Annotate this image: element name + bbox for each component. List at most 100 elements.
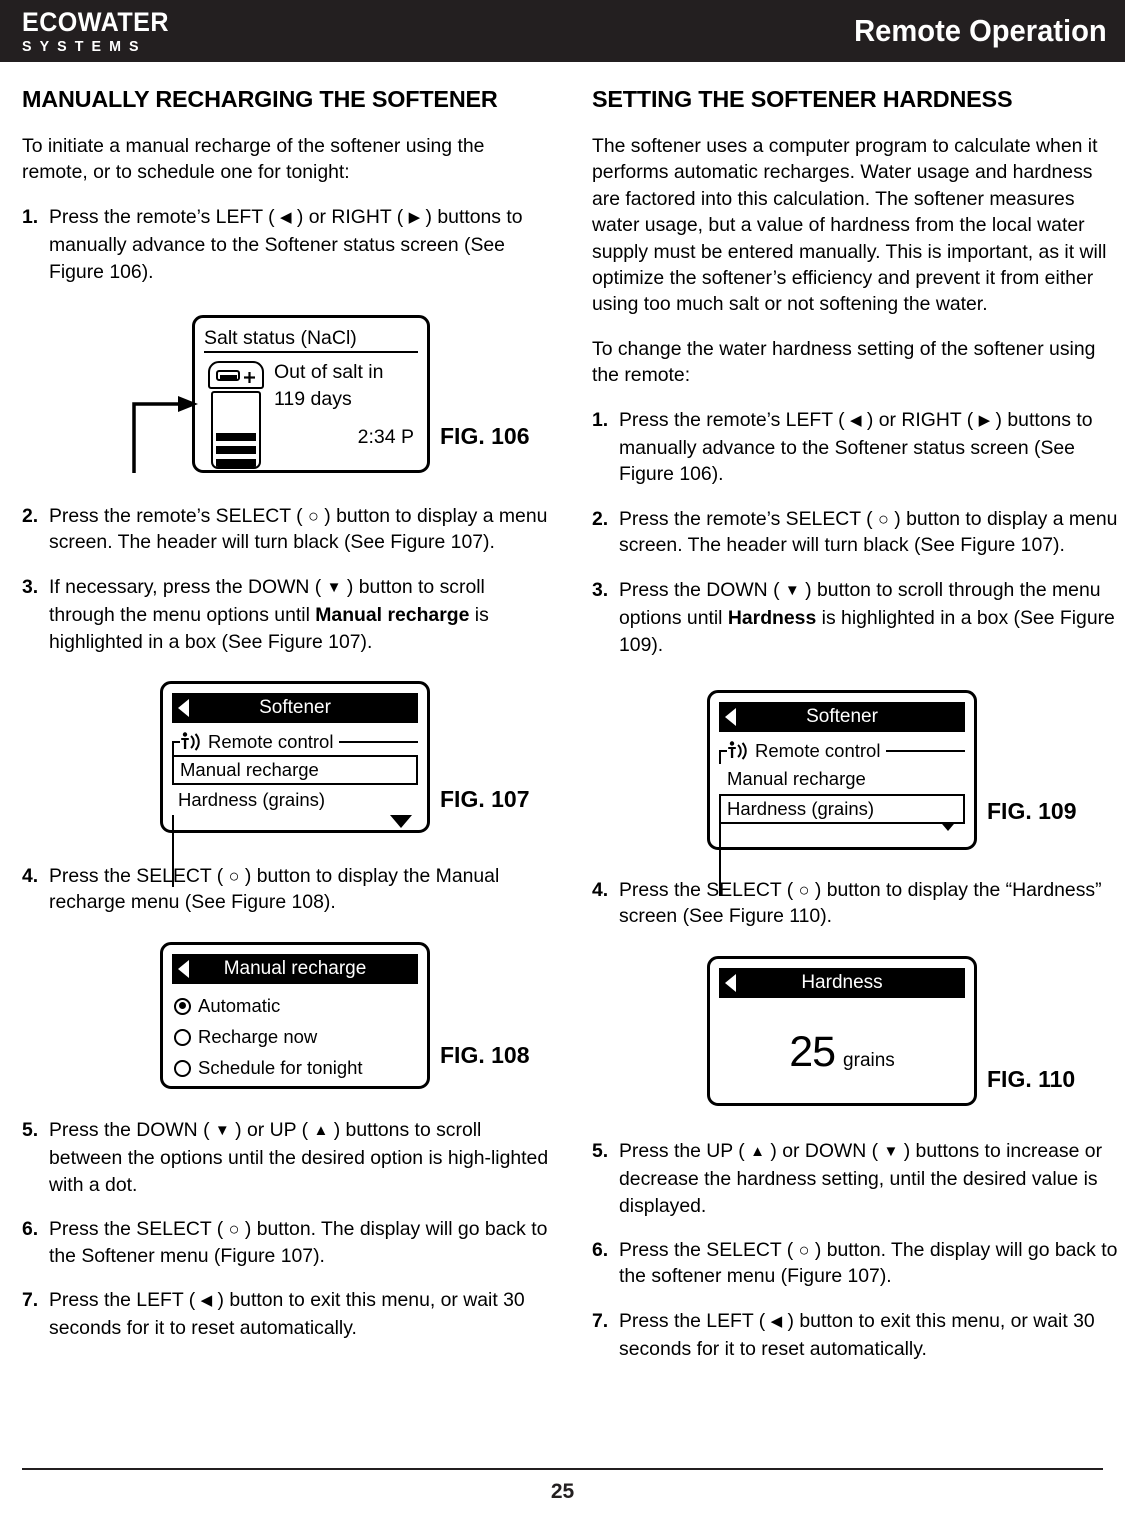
fig109-screen: Softener Remote control Manual recharge … xyxy=(707,689,977,896)
step-item: 4. Press the SELECT ( ○ ) button to displ… xyxy=(22,863,552,916)
step-text-part: Press the remote’s LEFT ( xyxy=(49,205,280,228)
page-header: ECOWATER SYSTEMS Remote Operation xyxy=(0,0,1125,62)
step-number: 1. xyxy=(22,205,39,228)
fig108-option-recharge-now[interactable]: Recharge now xyxy=(172,1022,418,1053)
fig109-group-legend: Remote control xyxy=(719,738,965,764)
down-triangle-icon: ▼ xyxy=(326,578,342,596)
fig109-title-text: Softener xyxy=(806,705,878,727)
step-bold-term: Hardness xyxy=(727,607,817,630)
salt-level-bar xyxy=(216,446,256,455)
step-number: 1. xyxy=(592,408,609,431)
step-number: 5. xyxy=(22,1118,39,1141)
step-item: 3. Press the DOWN ( ▼ ) button to scroll … xyxy=(592,577,1122,658)
step-item: 5. Press the DOWN ( ▼ ) or UP ( ▲ ) butto… xyxy=(22,1117,552,1198)
fig107-remote-control-group: Remote control Manual recharge Hardness … xyxy=(172,729,418,888)
ecowater-logo: ECOWATER SYSTEMS xyxy=(22,8,180,55)
fig108-title-text: Manual recharge xyxy=(223,957,367,979)
figure-107: Softener Remote control Manual recharge … xyxy=(22,673,552,888)
step-number: 6. xyxy=(22,1218,39,1241)
step-item: 2. Press the remote’s SELECT ( ○ ) button… xyxy=(22,503,552,556)
fig109-menu-item-hardness[interactable]: Hardness (grains) xyxy=(719,793,965,824)
logo-secondary-text: SYSTEMS xyxy=(22,37,147,55)
left-section-title: MANUALLY RECHARGING THE SOFTENER xyxy=(22,86,498,112)
down-triangle-icon: ▼ xyxy=(784,581,800,599)
left-triangle-icon: ◀ xyxy=(200,1291,213,1309)
back-triangle-icon xyxy=(178,699,189,718)
step-item: 3. If necessary, press the DOWN ( ▼ ) but… xyxy=(22,574,552,655)
step-text-part: ) or DOWN ( xyxy=(764,1139,884,1162)
step-text-part: Press the remote’s SELECT ( xyxy=(619,507,878,530)
step-item: 1. Press the remote’s LEFT ( ◀ ) or RIGHT… xyxy=(592,407,1122,488)
right-steps-group-1: 1. Press the remote’s LEFT ( ◀ ) or RIGHT… xyxy=(592,407,1122,658)
radio-unselected-icon[interactable] xyxy=(174,1028,191,1046)
fig110-caption: FIG. 110 xyxy=(987,1065,1076,1092)
fig108-caption: FIG. 108 xyxy=(440,1041,530,1068)
fig107-menu-item-hardness[interactable]: Hardness (grains) xyxy=(172,785,418,816)
right-steps-group-2: 4. Press the SELECT ( ○ ) button to displ… xyxy=(592,877,1122,930)
left-steps-group-1: 1. Press the remote’s LEFT ( ◀ ) or RIGHT… xyxy=(22,204,552,285)
fig108-option-list: Automatic Recharge now Schedule for toni… xyxy=(172,991,418,1084)
fig109-group-label: Remote control xyxy=(755,739,881,761)
left-column: MANUALLY RECHARGING THE SOFTENER To init… xyxy=(22,86,552,1360)
left-triangle-icon: ◀ xyxy=(849,411,862,429)
left-steps-group-3: 4. Press the SELECT ( ○ ) button to displ… xyxy=(22,863,552,916)
salt-level-bar xyxy=(216,459,256,468)
fig107-caption: FIG. 107 xyxy=(440,786,530,813)
fig107-item-1-label: Manual recharge xyxy=(180,759,319,781)
figure-106-pointer-arrow xyxy=(132,396,198,474)
page-title: Remote Operation xyxy=(854,13,1107,48)
fig108-option-2-label: Schedule for tonight xyxy=(198,1057,363,1079)
figure-108: Manual recharge Automatic Recharge now S… xyxy=(22,934,552,1099)
fig109-menu-item-manual-recharge[interactable]: Manual recharge xyxy=(719,763,965,794)
left-intro-paragraph: To initiate a manual recharge of the sof… xyxy=(22,135,485,184)
step-text-part: ) or RIGHT ( xyxy=(291,205,409,228)
fig108-option-1-label: Recharge now xyxy=(198,1026,318,1048)
salt-tank-keypad-dots xyxy=(220,374,237,379)
fig108-option-schedule-tonight[interactable]: Schedule for tonight xyxy=(172,1053,418,1084)
fig106-header-label: Salt status (NaCl) xyxy=(204,327,418,354)
step-bold-term: Manual recharge xyxy=(315,604,470,627)
step-item: 5. Press the UP ( ▲ ) or DOWN ( ▼ ) butto… xyxy=(592,1138,1122,1219)
fig106-screen: Salt status (NaCl) Out of salt in 119 da… xyxy=(192,315,430,474)
right-section-title: SETTING THE SOFTENER HARDNESS xyxy=(592,86,1013,112)
fig109-item-2-label: Hardness (grains) xyxy=(727,797,875,819)
step-item: 4. Press the SELECT ( ○ ) button to displ… xyxy=(592,877,1122,930)
step-text-part: Press the UP ( xyxy=(619,1139,751,1162)
step-number: 3. xyxy=(592,578,609,601)
step-number: 2. xyxy=(22,505,39,528)
fig107-scroll-row xyxy=(172,815,418,835)
right-intro-paragraph-1: The softener uses a computer program to … xyxy=(592,135,1107,316)
right-intro-paragraph-2: To change the water hardness setting of … xyxy=(592,337,1096,387)
fig110-screen-inner: Hardness 25 grains xyxy=(719,967,965,1094)
fig107-screen-inner: Softener Remote control Manual recharge … xyxy=(172,693,418,888)
salt-tank-body xyxy=(211,391,261,470)
fig107-screen: Softener Remote control Manual recharge … xyxy=(160,681,430,888)
salt-tank-plus-icon xyxy=(244,372,255,384)
radio-unselected-icon[interactable] xyxy=(174,1059,191,1077)
circle-icon: ○ xyxy=(878,508,889,529)
step-item: 6. Press the SELECT ( ○ ) button. The dis… xyxy=(592,1237,1122,1290)
step-number: 5. xyxy=(592,1139,609,1162)
antenna-signal-icon xyxy=(180,732,205,752)
fig110-title-bar: Hardness xyxy=(719,967,965,998)
fig110-hardness-number: 25 xyxy=(789,1027,836,1076)
step-number: 6. xyxy=(592,1238,609,1261)
fig107-item-2-label: Hardness (grains) xyxy=(178,789,326,811)
scroll-down-icon[interactable] xyxy=(390,815,412,829)
back-triangle-icon xyxy=(725,973,736,992)
fig109-item-1-label: Manual recharge xyxy=(727,767,866,789)
antenna-signal-icon xyxy=(727,741,752,761)
step-text-part: ) or UP ( xyxy=(229,1118,314,1141)
fig107-menu-item-manual-recharge[interactable]: Manual recharge xyxy=(172,755,418,786)
back-triangle-icon xyxy=(178,959,189,978)
circle-icon: ○ xyxy=(308,506,319,527)
fig110-hardness-unit: grains xyxy=(843,1049,895,1071)
fig108-option-automatic[interactable]: Automatic xyxy=(172,991,418,1022)
fig106-time-display: 2:34 P xyxy=(357,426,414,449)
right-triangle-icon: ▶ xyxy=(408,208,421,226)
step-text-part: Press the remote’s SELECT ( xyxy=(49,505,308,528)
radio-selected-icon[interactable] xyxy=(174,997,191,1015)
salt-tank-cap xyxy=(208,361,264,390)
figure-106: Salt status (NaCl) Out of salt in 119 da… xyxy=(22,303,552,485)
step-item: 6. Press the SELECT ( ○ ) button. The dis… xyxy=(22,1216,552,1269)
